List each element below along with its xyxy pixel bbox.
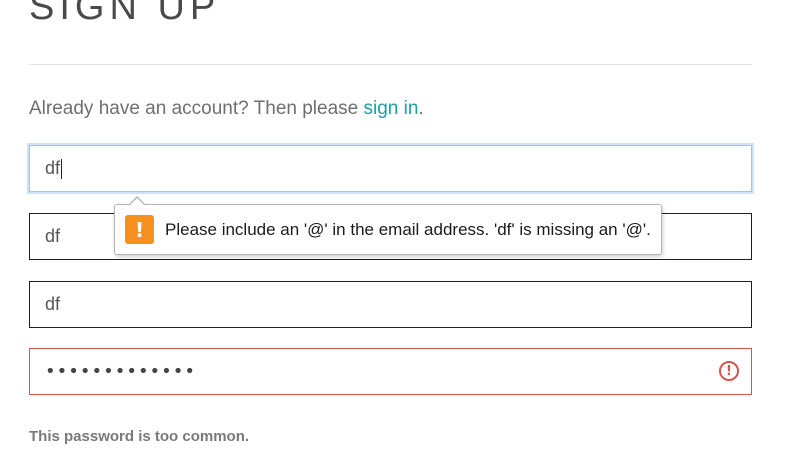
error-circle-icon: ! <box>719 361 739 381</box>
password-field[interactable]: ••••••••••••• ! <box>29 348 752 395</box>
signin-prompt: Already have an account? Then please sig… <box>29 98 424 120</box>
third-field[interactable]: df <box>29 281 752 328</box>
validation-tooltip: ! Please include an '@' in the email add… <box>114 196 662 255</box>
password-field-value: ••••••••••••• <box>45 361 197 382</box>
signup-page: SIGN UP Already have an account? Then pl… <box>0 0 785 472</box>
validation-message: Please include an '@' in the email addre… <box>165 219 651 239</box>
signin-prompt-suffix: . <box>418 98 424 119</box>
password-error-message: This password is too common. <box>29 428 250 445</box>
page-title: SIGN UP <box>29 0 221 28</box>
third-field-value: df <box>45 294 61 314</box>
text-caret <box>61 158 63 179</box>
second-field-value: df <box>45 226 61 246</box>
warning-icon: ! <box>125 215 154 244</box>
email-field[interactable]: df <box>29 145 752 192</box>
signin-link[interactable]: sign in <box>364 98 419 119</box>
signin-prompt-text: Already have an account? Then please <box>29 98 364 119</box>
email-field-value: df <box>45 158 61 178</box>
divider <box>29 64 752 65</box>
tooltip-arrow-fill <box>129 198 145 206</box>
